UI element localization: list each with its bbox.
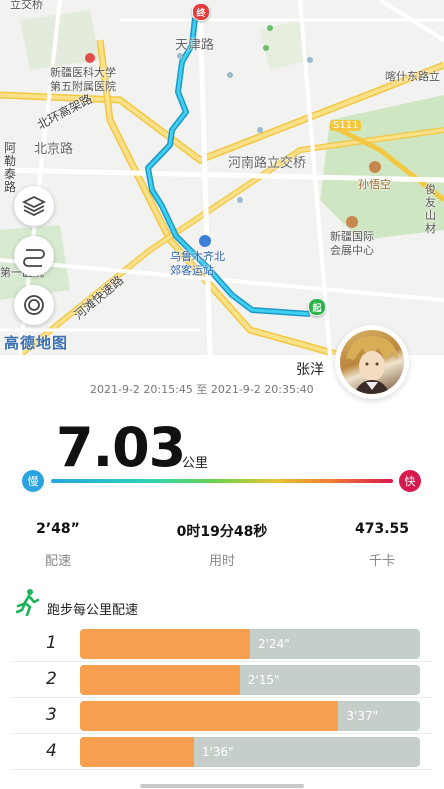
split-track: 3'37" <box>80 701 420 731</box>
location-icon <box>24 295 44 315</box>
map-label-beijing-road: 北京路 <box>34 142 74 157</box>
distance-unit: 公里 <box>182 456 209 471</box>
route-map[interactable]: 立交桥 天津路 新疆医科大学 第五附属医院 喀什东路立 北京路 S111 河南路… <box>0 0 444 355</box>
home-indicator[interactable] <box>140 784 304 788</box>
pace-fast-badge: 快 <box>399 470 421 492</box>
amap-logo: 高德地图 <box>4 334 69 352</box>
pace-gradient-bar <box>51 479 393 483</box>
split-divider <box>12 769 432 770</box>
split-pace: 3'37" <box>346 709 379 723</box>
stat-calories-label: 千卡 <box>368 554 395 569</box>
split-index: 2 <box>46 669 57 689</box>
stat-pace-label: 配速 <box>44 554 71 569</box>
map-label-altay-road: 阿勒泰路 <box>4 141 17 194</box>
stat-duration-value: 0时19分48秒 <box>176 524 268 540</box>
layers-icon <box>22 195 46 217</box>
map-label-s111: S111 <box>330 120 362 131</box>
map-label-henan-interchange: 河南路立交桥 <box>228 156 307 171</box>
split-pace: 2'15" <box>247 673 280 687</box>
split-row: 4 1'36" <box>0 735 444 771</box>
map-route-button[interactable] <box>14 236 54 276</box>
run-detail-screen: 立交桥 天津路 新疆医科大学 第五附属医院 喀什东路立 北京路 S111 河南路… <box>0 0 444 789</box>
run-time-range: 2021-9-2 20:15:45 至 2021-9-2 20:35:40 <box>90 383 314 396</box>
avatar[interactable] <box>335 325 409 399</box>
map-label-xinjiang-medical: 新疆医科大学 第五附属医院 <box>50 66 116 93</box>
split-index: 3 <box>46 705 57 725</box>
route-start-marker: 起 <box>308 298 326 316</box>
avatar-image <box>340 330 404 394</box>
map-label-kashi-east-road: 喀什东路立 <box>385 70 440 83</box>
map-label-junyou: 俊友山材 <box>425 183 436 235</box>
stat-pace-value: 2’48” <box>36 521 80 537</box>
map-label-xinjiang-expo: 新疆国际 会展中心 <box>330 230 374 257</box>
map-label-sunwukong: 孙悟空 <box>358 178 391 191</box>
split-index: 4 <box>46 741 57 761</box>
split-row: 1 2'24" <box>0 627 444 663</box>
split-fill <box>80 665 240 695</box>
split-track: 2'15" <box>80 665 420 695</box>
map-layers-button[interactable] <box>14 186 54 226</box>
split-fill <box>80 629 250 659</box>
split-row: 2 2'15" <box>0 663 444 699</box>
split-fill <box>80 701 339 731</box>
split-row: 3 3'37" <box>0 699 444 735</box>
split-index: 1 <box>46 633 57 653</box>
split-track: 2'24" <box>80 629 420 659</box>
distance-value: 7.03 <box>56 416 186 479</box>
split-divider <box>12 661 432 662</box>
map-location-button[interactable] <box>14 285 54 325</box>
route-icon <box>23 249 45 267</box>
split-divider <box>12 733 432 734</box>
route-end-marker: 终 <box>192 3 210 21</box>
splits-title: 跑步每公里配速 <box>47 603 139 618</box>
stat-calories-value: 473.55 <box>354 521 410 537</box>
split-track: 1'36" <box>80 737 420 767</box>
map-label-tianjin-road: 天津路 <box>175 38 215 53</box>
map-label-urumqi-bus-station: 乌鲁木齐北 郊客运站 <box>170 250 225 277</box>
stat-duration-label: 用时 <box>208 554 235 569</box>
pace-slow-badge: 慢 <box>22 470 44 492</box>
user-name: 张洋 <box>296 362 324 378</box>
split-fill <box>80 737 194 767</box>
split-divider <box>12 697 432 698</box>
split-pace: 2'24" <box>258 637 290 651</box>
map-label-lizhi-bridge: 立交桥 <box>10 0 43 11</box>
split-pace: 1'36" <box>201 745 234 759</box>
runner-icon <box>16 589 40 616</box>
